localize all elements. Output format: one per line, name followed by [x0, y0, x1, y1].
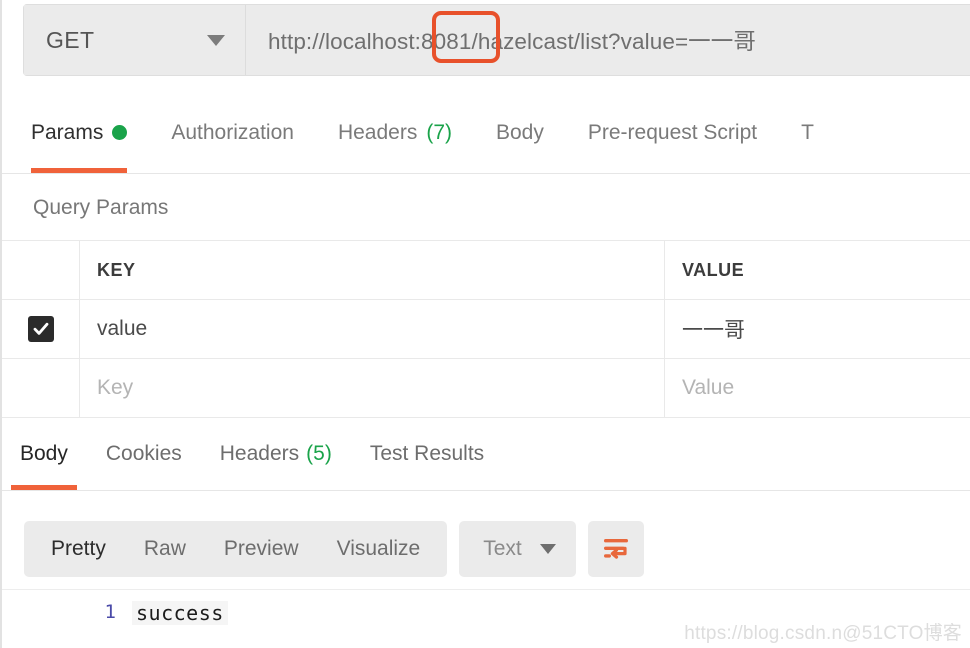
response-tab-headers[interactable]: Headers (5) [211, 432, 341, 490]
tab-authorization[interactable]: Authorization [171, 108, 294, 173]
word-wrap-icon [603, 539, 628, 559]
chevron-down-icon [207, 34, 225, 46]
tab-body[interactable]: Body [496, 108, 544, 173]
response-view-mode-group: Pretty Raw Preview Visualize [24, 521, 448, 577]
params-modified-dot-icon [112, 124, 128, 140]
tab-headers-label: Headers [337, 120, 418, 144]
tab-headers[interactable]: Headers (7) [338, 108, 452, 173]
view-mode-raw-label: Raw [143, 537, 186, 560]
tab-headers-count: (7) [426, 120, 452, 144]
view-mode-raw[interactable]: Raw [125, 521, 205, 577]
table-header-row: KEY VALUE [2, 241, 970, 300]
response-view-toolbar: Pretty Raw Preview Visualize Text [24, 521, 644, 577]
param-value-value: 一一哥 [682, 319, 745, 342]
table-row: value 一一哥 [2, 300, 970, 359]
query-params-table: KEY VALUE value 一一哥 Key Value [2, 240, 970, 418]
tab-pre-request-script-label: Pre-request Script [587, 120, 758, 144]
response-format-select[interactable]: Text [459, 521, 576, 577]
row-checkbox-cell-empty [2, 359, 80, 417]
column-header-key: KEY [97, 259, 136, 280]
tab-body-label: Body [496, 120, 544, 144]
new-param-value-input[interactable]: Value [665, 359, 970, 417]
view-mode-pretty-label: Pretty [51, 537, 106, 560]
param-enabled-checkbox[interactable] [27, 316, 54, 342]
response-body-viewer[interactable]: 1 success [2, 589, 970, 648]
row-value-cell[interactable]: 一一哥 [665, 300, 970, 358]
tab-tests[interactable]: T [801, 108, 814, 173]
view-mode-preview[interactable]: Preview [205, 521, 318, 577]
response-tab-cookies[interactable]: Cookies [97, 432, 191, 490]
tab-tests-label: T [801, 120, 814, 144]
http-method-label: GET [46, 26, 95, 53]
view-mode-visualize[interactable]: Visualize [318, 521, 440, 577]
tab-pre-request-script[interactable]: Pre-request Script [588, 108, 757, 173]
header-cell-key: KEY [80, 241, 665, 299]
line-number-gutter: 1 [104, 601, 116, 623]
new-param-key-placeholder: Key [97, 376, 134, 399]
response-tab-headers-count: (5) [306, 442, 332, 465]
new-param-key-input[interactable]: Key [80, 359, 665, 417]
response-tab-bar: Body Cookies Headers (5) Test Results [2, 432, 970, 491]
response-body-content: success [132, 601, 228, 625]
word-wrap-toggle-button[interactable] [587, 521, 644, 577]
query-params-heading: Query Params [33, 196, 169, 219]
row-checkbox-cell [2, 300, 80, 358]
view-mode-pretty[interactable]: Pretty [32, 521, 125, 577]
http-method-select[interactable]: GET [24, 5, 246, 75]
response-format-label: Text [483, 537, 522, 560]
view-mode-visualize-label: Visualize [336, 537, 421, 560]
tab-authorization-label: Authorization [171, 120, 294, 144]
header-cell-checkbox [2, 241, 80, 299]
column-header-value: VALUE [682, 259, 745, 280]
request-tab-bar: Params Authorization Headers (7) Body Pr… [2, 108, 970, 174]
response-tab-headers-label: Headers [219, 442, 300, 465]
new-param-value-placeholder: Value [682, 376, 735, 399]
row-key-cell[interactable]: value [80, 300, 665, 358]
response-tab-test-results-label: Test Results [369, 442, 485, 465]
request-url-bar: GET http://localhost:8081/hazelcast/list… [23, 4, 970, 76]
response-tab-test-results[interactable]: Test Results [361, 432, 493, 490]
table-row: Key Value [2, 359, 970, 418]
chevron-down-icon [539, 544, 556, 554]
response-tab-cookies-label: Cookies [105, 442, 182, 465]
url-input[interactable]: http://localhost:8081/hazelcast/list?val… [246, 5, 970, 75]
response-tab-body[interactable]: Body [11, 432, 77, 490]
tab-params-label: Params [31, 120, 104, 144]
tab-params[interactable]: Params [31, 108, 128, 173]
param-key-value: value [97, 317, 148, 340]
check-icon [33, 322, 48, 335]
view-mode-preview-label: Preview [223, 537, 299, 560]
url-text: http://localhost:8081/hazelcast/list?val… [268, 29, 756, 54]
postman-request-response-panel: GET http://localhost:8081/hazelcast/list… [0, 0, 970, 648]
header-cell-value: VALUE [665, 241, 970, 299]
response-tab-body-label: Body [20, 442, 68, 465]
